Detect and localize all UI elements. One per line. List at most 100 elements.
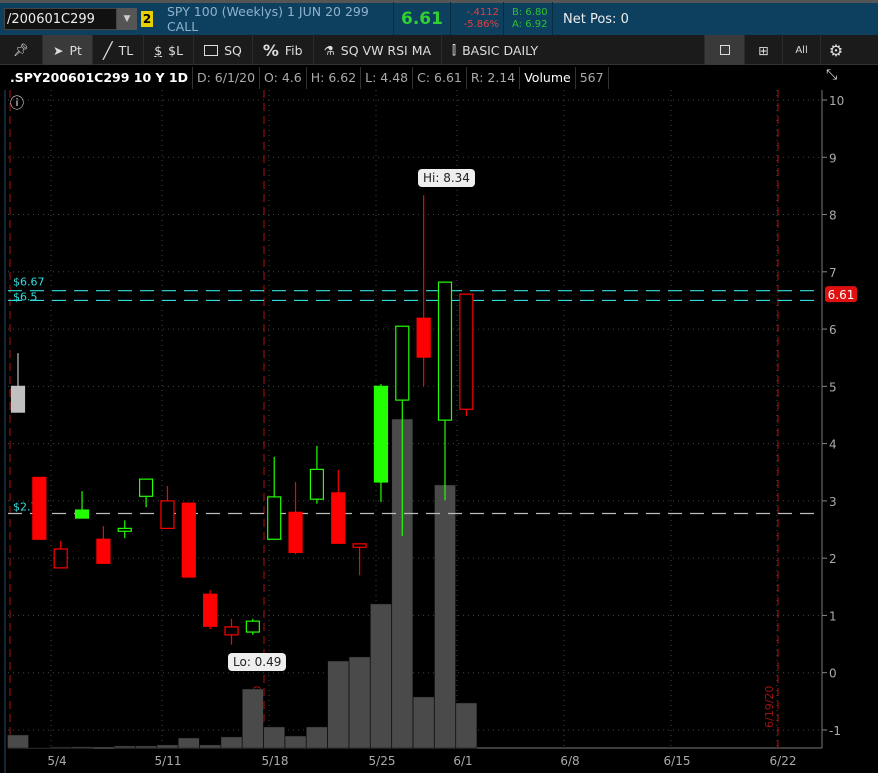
link-group-badge[interactable]: 2 (141, 11, 153, 27)
x-tick-label: 5/25 (369, 754, 396, 768)
info-high: H: 6.62 (307, 67, 362, 89)
candle-body (437, 281, 453, 421)
price-chart[interactable]: 109876543210-15/4 5/11 5/18 5/25 6/1 6/8 6/15 6… (0, 90, 878, 773)
candle-body (395, 325, 410, 401)
chart-style-label: BASIC DAILY (462, 42, 539, 58)
chart-style-button[interactable]: ⫿ BASIC DAILY (442, 35, 706, 65)
expiration-marker-label: 6/19/20 (763, 686, 776, 728)
x-tick-label: 5/4 (47, 754, 66, 768)
candle-body (288, 511, 303, 554)
gear-icon: ⚙ (828, 40, 844, 60)
fib-label: Fib (284, 42, 303, 58)
candle-body (53, 548, 68, 569)
volume-bar (370, 603, 392, 749)
x-tick-label: 5/18 (262, 754, 289, 768)
bid: B: 6.80 (512, 7, 548, 18)
single-layout-button[interactable] (705, 35, 746, 65)
info-volume-label: Volume (520, 67, 576, 89)
candle-body (181, 502, 196, 578)
candle-body (96, 538, 111, 564)
candle-body (203, 593, 218, 627)
net-position: Net Pos: 0 (563, 11, 629, 27)
square-label: SQ (224, 42, 242, 58)
price-level-tool-button[interactable]: $ $L (144, 35, 195, 65)
volume-bar (156, 744, 179, 749)
y-tick-label: 1 (829, 609, 837, 623)
x-tick-label: 6/15 (664, 754, 691, 768)
square-tool-button[interactable]: SQ (194, 35, 253, 65)
high-label: Hi: 8.34 (418, 169, 475, 187)
square-icon (204, 44, 219, 56)
volume-bar (284, 735, 307, 749)
divider (450, 1, 451, 37)
all-button[interactable]: All (783, 35, 822, 65)
candle-body (309, 468, 324, 500)
symbol-bar: /200601C299 ▼ 2 SPY 100 (Weeklys) 1 JUN … (0, 0, 878, 37)
price-level-label: $6.67 (13, 276, 45, 289)
low-label: Lo: 0.49 (228, 653, 287, 671)
candle-body (10, 385, 26, 413)
volume-bar (135, 745, 157, 749)
candle-body (32, 476, 47, 540)
chart-symbol: .SPY200601C299 10 Y 1D (6, 67, 193, 89)
flask-icon: ⚗ (323, 42, 335, 58)
volume-bar (263, 726, 285, 749)
fib-tool-button[interactable]: % Fib (253, 35, 314, 65)
percent-icon: % (262, 40, 279, 60)
candle-body (139, 478, 154, 497)
trendline-tool-button[interactable]: ╱ TL (93, 35, 145, 65)
bid-ask: B: 6.80 A: 6.92 (508, 7, 548, 31)
pointer-tool-button[interactable]: ➤ Pt (43, 35, 93, 65)
volume-bar (327, 660, 349, 749)
y-tick-label: 4 (829, 438, 837, 452)
studies-label: SQ VW RSI MA (340, 42, 432, 58)
info-range: R: 2.14 (467, 67, 521, 89)
candle-body (74, 509, 90, 519)
instrument-description: SPY 100 (Weeklys) 1 JUN 20 299 CALL (167, 4, 369, 34)
candle-body (224, 626, 239, 636)
candle-body (267, 496, 282, 540)
settings-button[interactable]: ⚙ (821, 35, 851, 65)
x-tick-label: 6/22 (770, 754, 797, 768)
pin-button[interactable]: 📌︎ (0, 35, 43, 65)
y-tick-label: 7 (829, 266, 837, 280)
volume-bar (114, 745, 136, 749)
pointer-label: Pt (69, 42, 82, 58)
candle-body (331, 492, 346, 544)
candle-body (459, 293, 474, 410)
y-tick-label: 6 (829, 323, 837, 337)
line-icon: ╱ (102, 40, 113, 60)
grid-layout-button[interactable]: ⊞ (745, 35, 784, 65)
pin-icon: 📌︎ (13, 42, 29, 57)
info-low: L: 4.48 (361, 67, 414, 89)
price-change: -.4112 -5.86% (455, 7, 499, 31)
price-level-label: $L (168, 42, 184, 58)
volume-bar (71, 746, 93, 749)
info-close: C: 6.61 (413, 67, 467, 89)
candle-body (245, 620, 260, 633)
studies-button[interactable]: ⚗ SQ VW RSI MA (314, 35, 443, 65)
candle-body (160, 500, 175, 529)
volume-bar (455, 702, 478, 749)
candle-body (373, 385, 389, 483)
info-open: O: 4.6 (260, 67, 307, 89)
y-tick-label: 2 (829, 552, 837, 566)
volume-bar (306, 726, 328, 749)
x-tick-label: 6/1 (453, 754, 472, 768)
divider (503, 1, 504, 37)
change-value: -.4112 (466, 7, 499, 18)
change-percent: -5.86% (463, 19, 499, 30)
volume-bar (434, 484, 456, 749)
symbol-dropdown-button[interactable]: ▼ (117, 8, 137, 30)
volume-bar (348, 656, 371, 749)
y-tick-label: 8 (829, 209, 837, 223)
x-tick-label: 5/11 (155, 754, 182, 768)
alert-icon: ⓘ (10, 96, 24, 112)
expand-collapse-icon[interactable]: ⤡ (826, 67, 837, 83)
last-price: 6.61 (401, 9, 443, 29)
symbol-input[interactable]: /200601C299 (4, 8, 117, 30)
divider (393, 1, 394, 37)
info-date: D: 6/1/20 (193, 67, 261, 89)
volume-bar (412, 696, 435, 749)
y-tick-label: 9 (829, 151, 837, 165)
